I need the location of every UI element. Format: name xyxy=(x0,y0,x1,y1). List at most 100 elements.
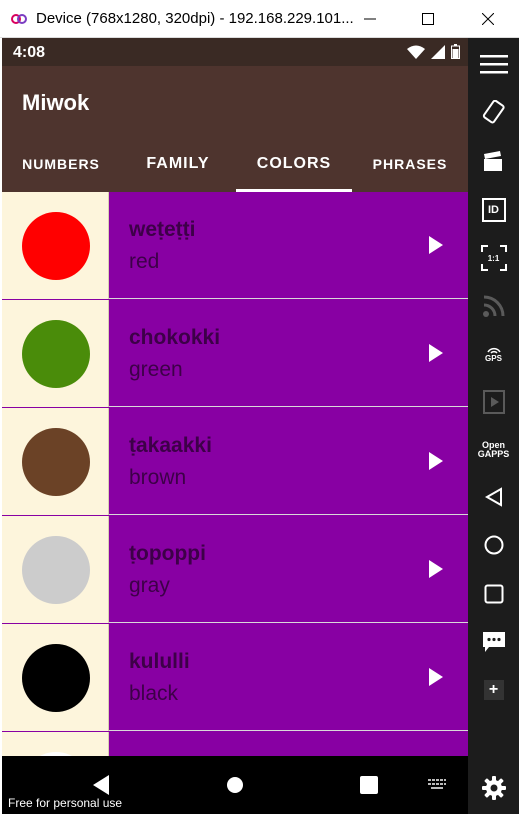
sms-button[interactable] xyxy=(468,620,519,664)
back-icon xyxy=(93,775,109,795)
battery-icon xyxy=(451,44,460,59)
list-item[interactable]: chokokki green xyxy=(2,300,468,407)
gps-icon: GPS xyxy=(485,346,502,363)
watermark-text: Free for personal use xyxy=(8,796,123,810)
back-button[interactable] xyxy=(468,475,519,519)
media-button[interactable] xyxy=(468,380,519,424)
maximize-button[interactable] xyxy=(399,0,457,38)
navigation-bar: Free for personal use xyxy=(2,756,468,814)
tab-phrases[interactable]: PHRASES xyxy=(352,136,468,192)
rotate-icon xyxy=(482,100,505,124)
sms-icon xyxy=(482,632,505,652)
close-icon xyxy=(482,13,494,25)
gps-label: GPS xyxy=(485,353,502,363)
open-gapps-button[interactable]: Open GAPPS xyxy=(468,428,519,472)
back-icon xyxy=(484,487,502,507)
english-word: gray xyxy=(129,574,170,597)
recents-button[interactable] xyxy=(468,572,519,616)
list-item[interactable]: ṭopoppi gray xyxy=(2,516,468,623)
emulator-toolbar: ID 1:1 GPS Open GAPPS + xyxy=(468,38,519,814)
english-word: brown xyxy=(129,466,187,489)
network-icon xyxy=(482,295,504,317)
minimize-button[interactable] xyxy=(341,0,399,38)
pixel-perfect-icon: 1:1 xyxy=(480,245,507,271)
app-bar: Miwok xyxy=(2,66,468,136)
color-swatch xyxy=(22,212,90,280)
word-list[interactable]: weṭeṭṭi red chokokki green ṭakaakki brow… xyxy=(2,192,468,756)
device-screen: 4:08 Miwok NUMBERS FAMILY COLORS PHRASES… xyxy=(2,38,468,814)
color-swatch xyxy=(22,320,90,388)
keyboard-icon xyxy=(428,779,446,789)
add-icon: + xyxy=(483,680,504,700)
rotate-button[interactable] xyxy=(468,91,519,135)
close-button[interactable] xyxy=(459,0,517,38)
word-text-container: ṭakaakki brown xyxy=(109,408,468,515)
nav-recents-button[interactable] xyxy=(354,770,384,800)
window-title-bar: Device (768x1280, 320dpi) - 192.168.229.… xyxy=(0,0,519,38)
play-icon[interactable] xyxy=(427,343,445,363)
tab-bar: NUMBERS FAMILY COLORS PHRASES xyxy=(2,136,468,192)
tab-numbers[interactable]: NUMBERS xyxy=(2,136,120,192)
pixel-perfect-button[interactable]: 1:1 xyxy=(468,236,519,280)
list-item[interactable]: ṭakaakki brown xyxy=(2,408,468,515)
capture-icon xyxy=(483,151,502,171)
add-label: + xyxy=(488,681,499,698)
color-swatch xyxy=(22,536,90,604)
menu-button[interactable] xyxy=(468,42,519,86)
color-swatch xyxy=(22,428,90,496)
english-word: black xyxy=(129,682,179,705)
play-icon[interactable] xyxy=(427,667,445,687)
status-bar: 4:08 xyxy=(2,38,468,66)
play-icon[interactable] xyxy=(427,559,445,579)
list-item[interactable]: weṭeṭṭi red xyxy=(2,192,468,299)
list-item[interactable] xyxy=(2,732,468,756)
nav-keyboard-button[interactable] xyxy=(422,770,452,800)
capture-button[interactable] xyxy=(468,140,519,184)
minimize-icon xyxy=(364,18,376,20)
color-thumbnail xyxy=(2,300,109,407)
word-text-container: ṭopoppi gray xyxy=(109,516,468,623)
color-thumbnail xyxy=(2,732,109,756)
play-icon[interactable] xyxy=(427,451,445,471)
cell-signal-icon xyxy=(431,44,445,59)
miwok-word: weṭeṭṭi xyxy=(129,218,196,241)
menu-icon xyxy=(479,55,508,74)
recents-icon xyxy=(484,584,503,604)
gps-button[interactable]: GPS xyxy=(468,332,519,376)
word-text-container: kululli black xyxy=(109,624,468,731)
english-word: red xyxy=(129,250,160,273)
recents-icon xyxy=(360,776,378,794)
media-icon xyxy=(482,390,505,414)
status-icons xyxy=(407,44,460,59)
color-swatch xyxy=(22,644,90,712)
device-id-button[interactable]: ID xyxy=(468,188,519,232)
english-word: green xyxy=(129,358,183,381)
color-thumbnail xyxy=(2,192,109,299)
miwok-word: kululli xyxy=(129,650,190,673)
corner-arrows-icon xyxy=(480,245,507,271)
color-thumbnail xyxy=(2,516,109,623)
maximize-icon xyxy=(422,13,434,25)
tab-colors[interactable]: COLORS xyxy=(236,136,352,192)
settings-button[interactable] xyxy=(468,766,519,810)
device-id-icon: ID xyxy=(481,198,506,222)
add-button[interactable]: + xyxy=(468,668,519,712)
gps-signal-icon xyxy=(486,347,501,354)
miwok-word: ṭakaakki xyxy=(129,434,212,457)
play-icon[interactable] xyxy=(427,235,445,255)
home-icon xyxy=(227,777,243,793)
tab-family[interactable]: FAMILY xyxy=(120,136,236,192)
open-gapps-icon: Open GAPPS xyxy=(477,440,510,459)
device-id-label: ID xyxy=(488,203,499,216)
window-title: Device (768x1280, 320dpi) - 192.168.229.… xyxy=(36,10,354,27)
genymotion-icon xyxy=(11,14,27,24)
nav-home-button[interactable] xyxy=(220,770,250,800)
network-button[interactable] xyxy=(468,284,519,328)
word-text-container: weṭeṭṭi red xyxy=(109,192,468,299)
app-title: Miwok xyxy=(22,90,90,115)
list-item[interactable]: kululli black xyxy=(2,624,468,731)
home-button[interactable] xyxy=(468,523,519,567)
color-thumbnail xyxy=(2,624,109,731)
miwok-word: ṭopoppi xyxy=(129,542,206,565)
settings-icon xyxy=(481,776,506,800)
